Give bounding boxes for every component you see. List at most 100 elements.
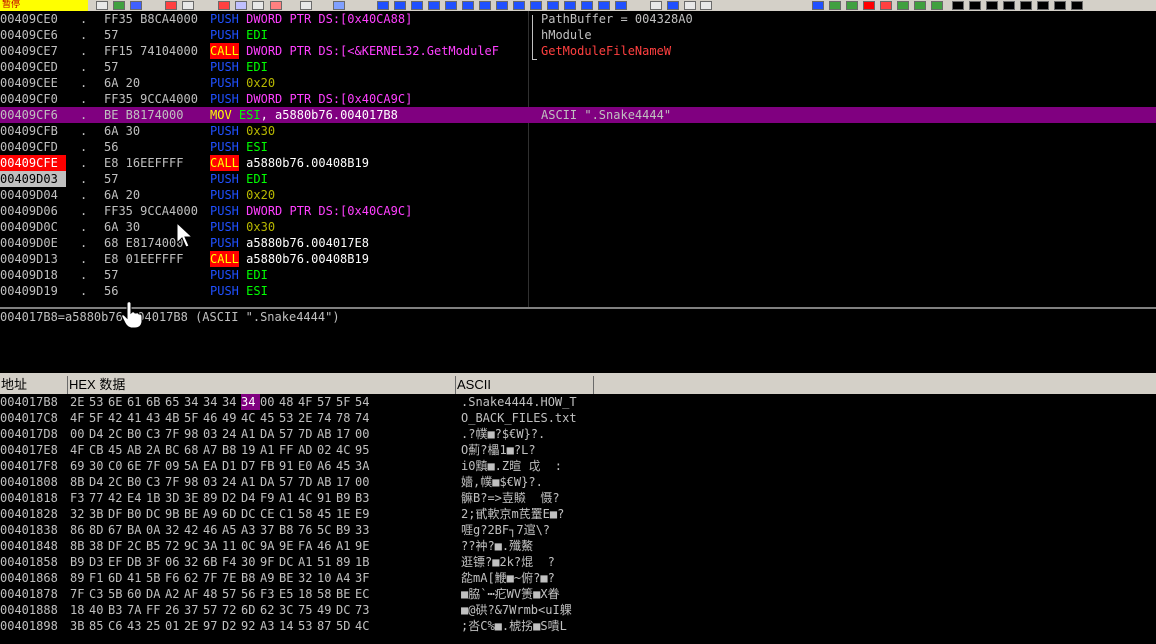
dump-byte[interactable]: F6	[165, 570, 184, 586]
dump-byte[interactable]: A1	[279, 490, 298, 506]
dump-byte[interactable]: 03	[203, 426, 222, 442]
dump-byte[interactable]: 18	[70, 602, 89, 618]
dump-byte[interactable]: A1	[298, 554, 317, 570]
dump-byte[interactable]: E9	[355, 506, 374, 522]
dump-byte[interactable]: 7E	[222, 570, 241, 586]
disasm-row[interactable]: 00409CE0. FF35 B8CA4000 PUSH DWORD PTR DS:…	[0, 11, 1156, 27]
dump-row[interactable]: 00401878 7F C3 5B 60 DA A2 AF 48 57 56 F3 E5 18 58 BE EC…	[0, 586, 1156, 602]
dump-byte[interactable]: A1	[260, 442, 279, 458]
dump-byte[interactable]: FB	[260, 458, 279, 474]
toolbar-button-icon[interactable]	[684, 1, 696, 10]
dump-byte[interactable]: 6B	[146, 394, 165, 410]
dump-byte[interactable]: DF	[108, 538, 127, 554]
toolbar-button-icon[interactable]	[564, 1, 576, 10]
dump-byte[interactable]: B5	[146, 538, 165, 554]
disasm-row[interactable]: 00409D04. 6A 20 PUSH 0x20	[0, 187, 1156, 203]
toolbar-button-icon[interactable]	[829, 1, 841, 10]
dump-byte[interactable]: BE	[336, 586, 355, 602]
dump-byte[interactable]: DA	[260, 474, 279, 490]
dump-byte[interactable]: EF	[108, 554, 127, 570]
dump-byte[interactable]: 98	[184, 474, 203, 490]
dump-byte[interactable]: D1	[222, 458, 241, 474]
dump-byte[interactable]: 17	[336, 426, 355, 442]
dump-byte[interactable]: 8D	[89, 522, 108, 538]
dump-byte[interactable]: 57	[222, 586, 241, 602]
disasm-row[interactable]: 00409D06. FF35 9CCA4000 PUSH DWORD PTR DS:…	[0, 203, 1156, 219]
dump-byte[interactable]: 7A	[127, 602, 146, 618]
dump-byte[interactable]: 3A	[355, 458, 374, 474]
dump-row[interactable]: 00401898 3B 85 C6 43 25 01 2E 97 D2 92 A3 14 53 87 5D 4C…	[0, 618, 1156, 634]
dump-byte[interactable]: 6D	[108, 570, 127, 586]
dump-byte[interactable]: 00	[355, 426, 374, 442]
dump-byte[interactable]: 3D	[165, 490, 184, 506]
dump-row[interactable]: 004017C8 4F 5F 42 41 43 4B 5F 46 49 4C 45 53 2E 74 78 74…	[0, 410, 1156, 426]
dump-byte[interactable]: DC	[241, 506, 260, 522]
dump-byte[interactable]: 32	[298, 570, 317, 586]
toolbar-button-icon[interactable]	[846, 1, 858, 10]
toolbar-button-icon[interactable]	[598, 1, 610, 10]
dump-row[interactable]: 004017F8 69 30 C0 6E 7F 09 5A EA D1 D7 FB 91 E0 A6 45 3A…	[0, 458, 1156, 474]
dump-byte[interactable]: 43	[146, 410, 165, 426]
dump-byte[interactable]: 57	[279, 474, 298, 490]
dump-byte[interactable]: A5	[222, 522, 241, 538]
dump-byte[interactable]: 77	[89, 490, 108, 506]
dump-byte[interactable]: DC	[336, 602, 355, 618]
toolbar-button-icon[interactable]	[270, 1, 282, 10]
dump-byte[interactable]: 91	[317, 490, 336, 506]
dump-byte[interactable]: 24	[222, 474, 241, 490]
dump-byte[interactable]: B9	[336, 490, 355, 506]
dump-byte[interactable]: D2	[222, 618, 241, 634]
info-pane[interactable]: 004017B8=a5880b76.004017B8 (ASCII ".Snak…	[0, 309, 1156, 373]
dump-byte[interactable]: 25	[146, 618, 165, 634]
dump-byte[interactable]: 0A	[146, 522, 165, 538]
dump-byte[interactable]: 9A	[260, 538, 279, 554]
toolbar-slot-icon[interactable]	[952, 1, 964, 10]
dump-byte[interactable]: 18	[298, 586, 317, 602]
dump-byte[interactable]: DC	[279, 554, 298, 570]
dump-byte[interactable]: C3	[89, 586, 108, 602]
dump-byte[interactable]: 03	[203, 474, 222, 490]
dump-byte[interactable]: 74	[317, 410, 336, 426]
dump-byte[interactable]: 73	[355, 602, 374, 618]
dump-byte[interactable]: 37	[260, 522, 279, 538]
toolbar-button-icon[interactable]	[547, 1, 559, 10]
dump-byte[interactable]: 48	[203, 586, 222, 602]
dump-byte[interactable]: 4C	[241, 410, 260, 426]
dump-byte[interactable]: 46	[317, 538, 336, 554]
dump-byte[interactable]: 2E	[298, 410, 317, 426]
dump-byte[interactable]: 42	[108, 410, 127, 426]
dump-byte[interactable]: 2A	[146, 442, 165, 458]
dump-byte[interactable]: 49	[222, 410, 241, 426]
dump-byte[interactable]: 6E	[127, 458, 146, 474]
dump-byte[interactable]: BA	[127, 522, 146, 538]
dump-byte[interactable]: 74	[355, 410, 374, 426]
disasm-row[interactable]: 00409D03. 57 PUSH EDI	[0, 171, 1156, 187]
dump-byte[interactable]: 2C	[108, 474, 127, 490]
dump-byte[interactable]: BE	[279, 570, 298, 586]
dump-byte[interactable]: 41	[127, 410, 146, 426]
dump-byte[interactable]: 62	[260, 602, 279, 618]
dump-byte[interactable]: 9F	[260, 554, 279, 570]
dump-byte[interactable]: F1	[89, 570, 108, 586]
dump-row[interactable]: 004017E8 4F CB 45 AB 2A BC 68 A7 B8 19 A1 FF AD 02 4C 95…	[0, 442, 1156, 458]
disasm-row[interactable]: 00409CFD. 56 PUSH ESI	[0, 139, 1156, 155]
dump-byte[interactable]: BE	[184, 506, 203, 522]
dump-byte[interactable]: 3E	[184, 490, 203, 506]
dump-byte[interactable]: 0C	[241, 538, 260, 554]
disasm-row[interactable]: 00409D13. E8 01EEFFFF CALL a5880b76.00408B…	[0, 251, 1156, 267]
dump-row[interactable]: 00401868 89 F1 6D 41 5B F6 62 7F 7E B8 A9 BE 32 10 A4 3F…	[0, 570, 1156, 586]
dump-byte[interactable]: 87	[317, 618, 336, 634]
toolbar-button-icon[interactable]	[914, 1, 926, 10]
toolbar-button-icon[interactable]	[812, 1, 824, 10]
dump-byte[interactable]: FF	[279, 442, 298, 458]
dump-byte[interactable]: 7D	[298, 426, 317, 442]
disasm-row[interactable]: 00409CE7. FF15 74104000 CALL DWORD PTR DS:…	[0, 43, 1156, 59]
dump-byte[interactable]: 38	[89, 538, 108, 554]
dump-byte[interactable]: 30	[241, 554, 260, 570]
dump-row[interactable]: 00401818 F3 77 42 E4 1B 3D 3E 89 D2 D4 F9 A1 4C 91 B9 B3…	[0, 490, 1156, 506]
dump-byte[interactable]: 3B	[89, 506, 108, 522]
toolbar-button-icon[interactable]	[96, 1, 108, 10]
toolbar-button-icon[interactable]	[615, 1, 627, 10]
dump-byte[interactable]: BC	[165, 442, 184, 458]
dump-byte[interactable]: AB	[317, 474, 336, 490]
